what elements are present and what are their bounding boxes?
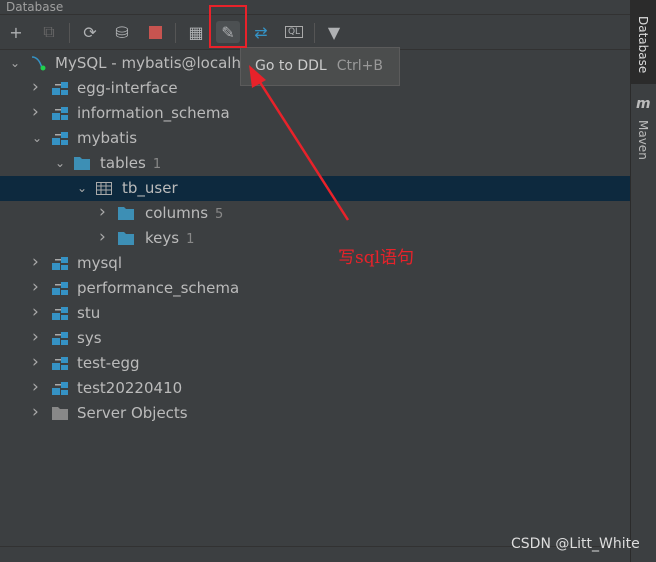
maven-icon: m <box>636 96 651 112</box>
annotation-text: 写sql语句 <box>338 248 415 268</box>
side-tab-database[interactable]: Database <box>631 0 656 84</box>
side-tab-label: Database <box>636 16 650 74</box>
watermark: CSDN @Litt_White <box>511 536 640 552</box>
side-tool-strip: Database m Maven <box>630 0 656 562</box>
annotation-arrow <box>249 65 350 221</box>
side-tab-maven[interactable]: m Maven <box>631 96 656 176</box>
side-tab-label: Maven <box>636 120 650 160</box>
